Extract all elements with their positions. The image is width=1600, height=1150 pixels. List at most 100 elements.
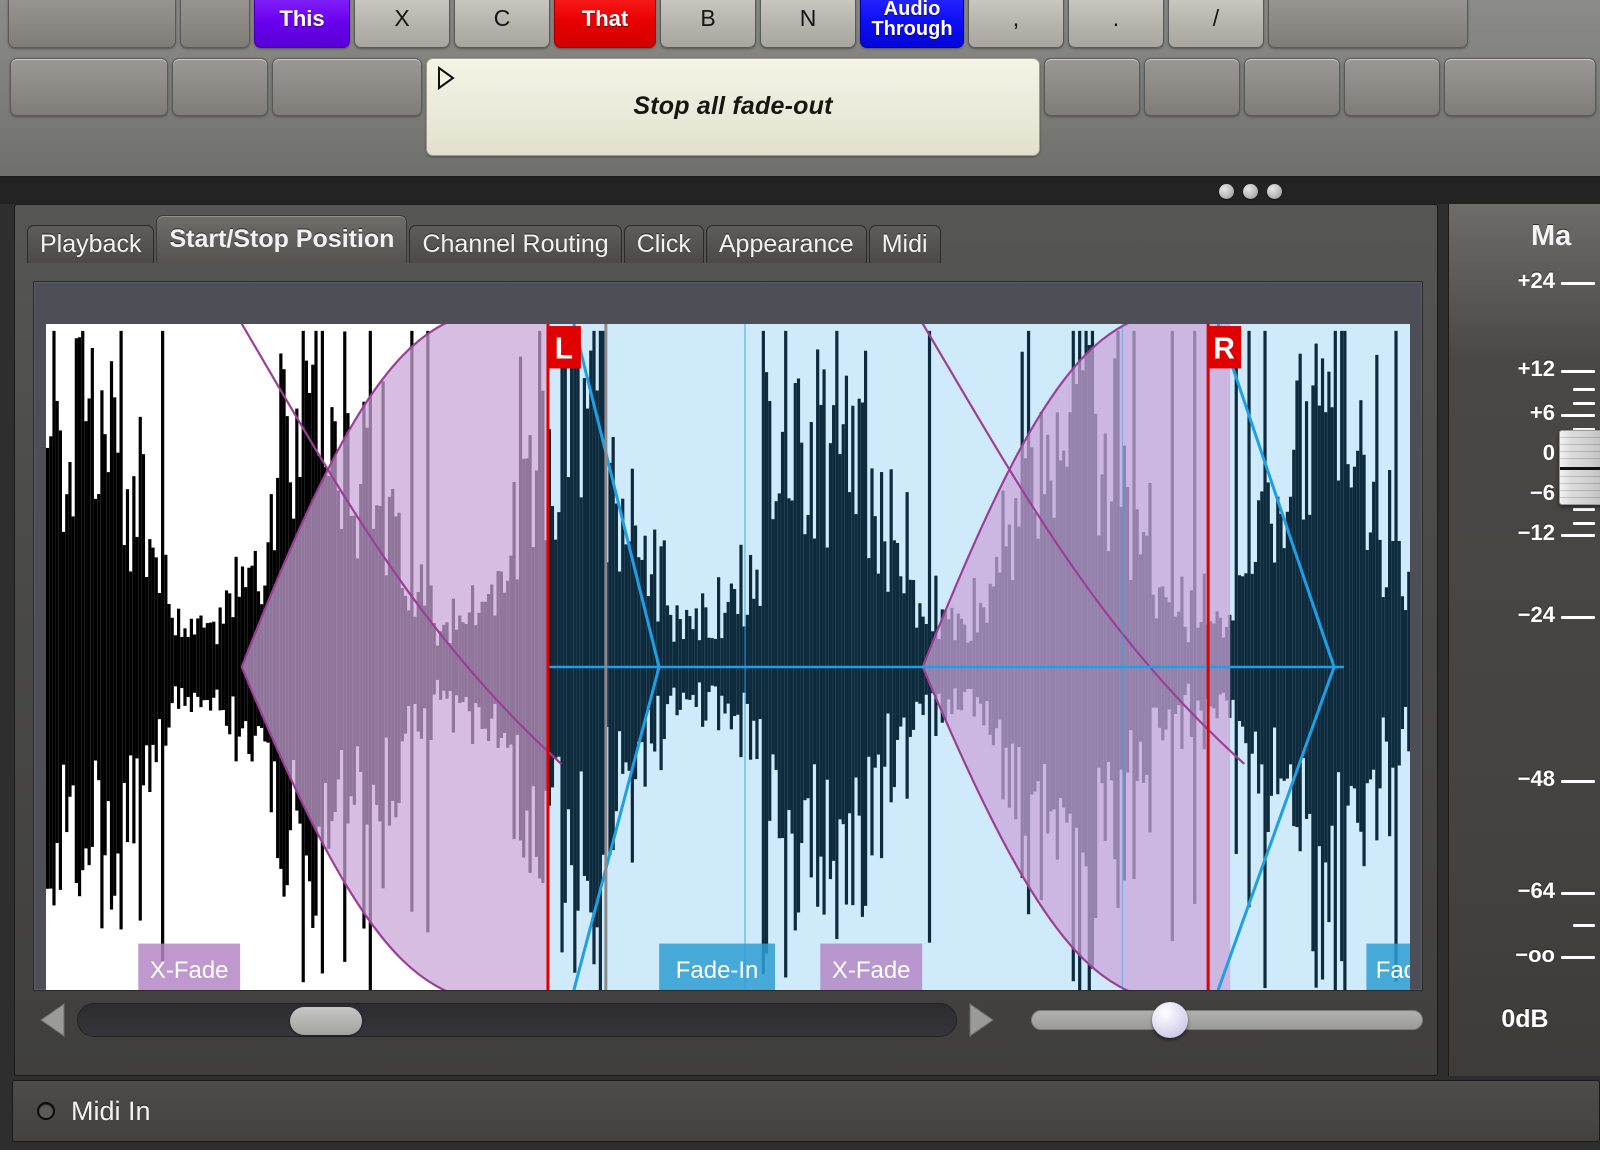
keyboard-key-blank-kbrow2-2[interactable] xyxy=(272,58,422,116)
db-tick-label: 0 xyxy=(1542,440,1555,465)
midi-in-led-icon xyxy=(37,1102,55,1120)
keyboard-key-that[interactable]: That xyxy=(554,0,656,48)
region-label-2: X-Fade xyxy=(820,943,923,990)
db-tick-label: +6 xyxy=(1529,400,1555,425)
region-label-0: X-Fade xyxy=(138,943,241,990)
scroll-right-button[interactable] xyxy=(961,999,1001,1041)
db-tick-label: −24 xyxy=(1517,602,1555,627)
midi-in-label: Midi In xyxy=(71,1095,151,1126)
db-tick-line xyxy=(1573,388,1595,391)
keyboard-key-audio-through[interactable]: Audio Through xyxy=(860,0,964,48)
db-tick-line xyxy=(1561,892,1595,895)
key-label: , xyxy=(1012,5,1020,32)
tab-start-stop-position[interactable]: Start/Stop Position xyxy=(156,215,408,263)
db-tick-line xyxy=(1561,616,1595,619)
keyboard-key-c[interactable]: C xyxy=(454,0,550,48)
keyboard-key-[interactable]: / xyxy=(1168,0,1264,48)
db-tick-line xyxy=(1561,534,1595,537)
db-tick-line xyxy=(1561,780,1595,783)
keyboard-key-[interactable]: , xyxy=(968,0,1064,48)
db-tick-label: −48 xyxy=(1517,766,1555,791)
keyboard-key-this[interactable]: This xyxy=(254,0,350,48)
db-tick-line xyxy=(1561,956,1595,959)
tab-label: Appearance xyxy=(718,230,854,258)
keyboard-row-1: This X C That B N Audio Through,. / xyxy=(8,0,1472,48)
keyboard-key-b[interactable]: B xyxy=(660,0,756,48)
stop-all-fade-out-button[interactable]: Stop all fade-out xyxy=(426,58,1040,156)
tab-label: Playback xyxy=(40,230,142,258)
zoom-slider[interactable] xyxy=(1031,1002,1423,1038)
settings-panel: Playback Start/Stop Position Channel Routi… xyxy=(14,204,1438,1076)
scrollbar-thumb[interactable] xyxy=(290,1007,362,1035)
resize-dot-3[interactable] xyxy=(1267,184,1282,199)
region-label-3: Fad xyxy=(1366,943,1410,990)
db-tick-label: −64 xyxy=(1517,878,1555,903)
horizontal-scrollbar[interactable] xyxy=(77,1003,957,1037)
virtual-keyboard: This X C That B N Audio Through,. / Stop all fad… xyxy=(0,0,1600,178)
tab-playback[interactable]: Playback xyxy=(27,225,155,263)
resize-dots[interactable] xyxy=(1219,184,1282,199)
waveform-canvas[interactable]: L R X-Fade Fade-In X-Fade Fad xyxy=(46,324,1410,990)
master-fader-handle[interactable] xyxy=(1559,430,1600,505)
tab-label: Start/Stop Position xyxy=(169,225,395,253)
midi-in-bar: Midi In xyxy=(12,1080,1600,1142)
keyboard-key-n[interactable]: N xyxy=(760,0,856,48)
db-tick-line xyxy=(1573,402,1595,405)
waveform-controls xyxy=(33,997,1423,1043)
svg-text:X-Fade: X-Fade xyxy=(832,957,911,984)
svg-text:R: R xyxy=(1213,332,1235,365)
db-scale: +24 +12 +6 0 −6 −12 −24 −48 −64 −oo xyxy=(1449,264,1600,984)
db-tick-label: +24 xyxy=(1517,268,1555,293)
key-label: That xyxy=(581,5,629,31)
key-label: This xyxy=(279,5,325,31)
db-tick-label: −oo xyxy=(1515,942,1555,967)
resize-dot-1[interactable] xyxy=(1219,184,1234,199)
key-label: Audio Through xyxy=(871,0,953,40)
key-label: N xyxy=(799,5,817,32)
keyboard-key-blank-kbrow2-4[interactable] xyxy=(1044,58,1140,116)
chevron-left-icon xyxy=(40,1003,65,1037)
keyboard-key-blank-kbrow2-8[interactable] xyxy=(1444,58,1596,116)
resize-dot-2[interactable] xyxy=(1243,184,1258,199)
keyboard-key-blank-kbrow2-7[interactable] xyxy=(1344,58,1440,116)
waveform-display[interactable]: L R X-Fade Fade-In X-Fade Fad xyxy=(46,324,1410,990)
db-tick-line xyxy=(1561,370,1595,373)
keyboard-row-2: Stop all fade-out xyxy=(10,58,1600,156)
key-label: X xyxy=(394,5,410,32)
zoom-slider-knob[interactable] xyxy=(1152,1002,1188,1038)
keyboard-key-[interactable]: . xyxy=(1068,0,1164,48)
tab-bar: Playback Start/Stop Position Channel Routi… xyxy=(27,215,943,263)
tab-midi[interactable]: Midi xyxy=(868,225,941,263)
waveform-frame: L R X-Fade Fade-In X-Fade Fad xyxy=(33,281,1423,991)
tab-channel-routing[interactable]: Channel Routing xyxy=(409,225,622,263)
tab-label: Midi xyxy=(881,230,928,258)
tab-click[interactable]: Click xyxy=(623,225,704,263)
keyboard-key-blank-kbrow2-5[interactable] xyxy=(1144,58,1240,116)
keyboard-key-blank-kbrow1-1[interactable] xyxy=(180,0,250,48)
chevron-right-icon xyxy=(969,1003,994,1037)
db-tick-label: −6 xyxy=(1529,480,1555,505)
master-title: Ma xyxy=(1531,220,1572,252)
tab-label: Channel Routing xyxy=(422,230,609,258)
scroll-left-button[interactable] xyxy=(33,999,73,1041)
key-label: B xyxy=(700,5,716,32)
keyboard-key-blank-kbrow2-0[interactable] xyxy=(10,58,168,116)
stop-all-fade-out-label: Stop all fade-out xyxy=(633,92,833,121)
tab-appearance[interactable]: Appearance xyxy=(705,225,867,263)
db-tick-line xyxy=(1573,508,1595,511)
keyboard-key-blank-kbrow1-12[interactable] xyxy=(1268,0,1468,48)
svg-text:Fad: Fad xyxy=(1376,957,1410,984)
window-separator xyxy=(0,178,1600,204)
db-tick-label: +12 xyxy=(1517,356,1555,381)
keyboard-key-blank-kbrow2-6[interactable] xyxy=(1244,58,1340,116)
keyboard-key-x[interactable]: X xyxy=(354,0,450,48)
key-label: . xyxy=(1112,5,1120,32)
master-strip: Ma +24 +12 +6 0 −6 −12 −24 −48 −64 −oo 0dB xyxy=(1448,204,1600,1076)
keyboard-key-blank-kbrow1-0[interactable] xyxy=(8,0,176,48)
keyboard-key-blank-kbrow2-1[interactable] xyxy=(172,58,268,116)
db-tick-label: −12 xyxy=(1517,520,1555,545)
db-tick-line xyxy=(1561,282,1595,285)
region-label-1: Fade-In xyxy=(659,943,776,990)
db-tick-line xyxy=(1573,522,1595,525)
svg-text:X-Fade: X-Fade xyxy=(150,957,229,984)
